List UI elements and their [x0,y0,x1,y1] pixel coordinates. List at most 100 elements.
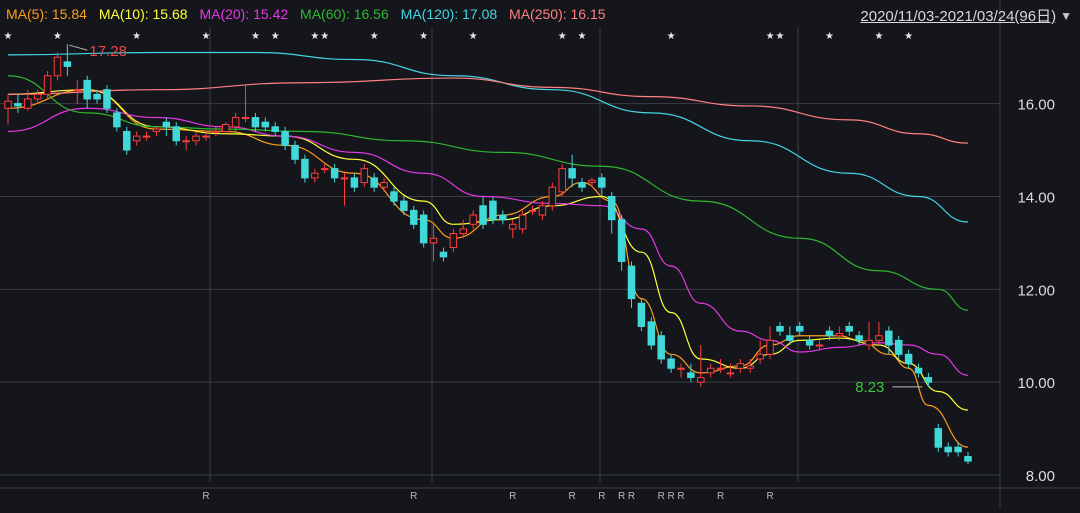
candle-body [311,172,319,179]
candle-body [964,455,972,462]
candle-body [400,200,408,211]
candle-body [855,335,863,341]
candle-body [627,265,636,300]
star-icon: ★ [667,31,676,42]
candle-body [212,130,220,133]
candle-body [944,446,952,453]
candle-body [647,321,656,346]
candle-body [954,446,962,453]
r-marker: R [509,491,516,502]
candle-body [736,363,745,369]
candle-body [63,61,72,67]
chart-canvas[interactable]: 8.0010.0012.0014.0016.00★ ★ ★ ★ ★ ★ ★ ★ ★ ★ ★ ★ ★ ★ ★ ★… [0,0,1080,508]
ma10-line [7,89,969,411]
candle-body [657,335,665,360]
candle-body [776,325,784,332]
candle-body [330,168,339,179]
ma10-legend: MA(10): 15.68 [98,6,188,22]
candle-body [14,103,22,107]
candle-body [469,214,477,225]
candle-body [845,325,853,332]
candle-body [508,223,517,230]
candle-body [172,126,180,142]
candle-body [410,209,418,225]
ma-legend: MA(5): 15.84 MA(10): 15.68 MA(20): 15.42… [6,6,614,22]
candle-body [548,186,557,207]
candle-body [825,330,834,337]
candle-body [291,144,299,160]
star-icon: ★ [904,31,913,42]
candle-body [241,117,250,120]
star-icon: ★ [271,31,280,42]
candle-body [221,124,230,132]
candle-body [202,135,210,138]
r-marker: R [628,491,635,502]
candle-body [697,377,705,383]
candle-body [924,377,933,383]
ma120-legend: MA(120): 17.08 [400,6,498,22]
candle-body [231,117,240,128]
candle-body [815,344,824,347]
candle-body [637,302,646,327]
ma20-legend: MA(20): 15.42 [199,6,289,22]
ma250-legend: MA(250): 16.15 [509,6,606,22]
y-tick-label: 12.00 [1017,282,1055,299]
candle-body [885,330,893,346]
candle-body [320,168,329,171]
candle-body [380,182,388,188]
candle-body [568,168,576,179]
r-marker: R [717,491,724,502]
star-icon: ★ [370,31,379,42]
candle-body [340,177,349,180]
candle-body [687,372,695,379]
candle-body [459,228,468,235]
candle-body [805,339,814,346]
candle-body [301,158,309,179]
candle-body [479,205,487,225]
date-range-selector[interactable]: 2020/11/03-2021/03/24(96日) ▼ [860,5,1072,26]
candle-body [489,200,497,221]
candle-body [132,135,141,142]
candle-body [192,135,200,142]
candle-body [152,128,161,132]
ma5-line [7,89,969,448]
star-icon: ★ [201,31,210,42]
candle-body [93,93,101,100]
candle-body [429,237,438,244]
low-price-label: 8.23 [855,379,884,396]
candle-body [875,335,883,341]
candle-body [142,135,151,138]
candle-body [865,339,873,346]
candle-body [4,100,12,109]
candlestick-chart[interactable]: 8.00 10.00 12.00 14.00 16.00 ★ ★ ★ ★ ★ ★ ★ ★ ★ ★ ★ ★ ★ ★ ★ ★… [0,0,1080,508]
r-marker: R [202,491,209,502]
candle-body [53,56,62,77]
star-icon: ★ [578,31,587,42]
candle-body [558,168,566,193]
r-marker: R [677,491,684,502]
candle-body [350,177,359,188]
triangle-down-icon[interactable]: ▼ [1060,9,1072,23]
r-marker: R [766,491,773,502]
y-tick-label: 8.00 [1026,468,1055,485]
candle-body [588,179,596,184]
star-icon: ★ [825,31,834,42]
ma5-legend: MA(5): 15.84 [6,6,87,22]
candle-body [598,177,606,188]
candle-body [73,89,82,92]
candle-body [390,191,398,202]
star-icon: ★ [874,31,883,42]
r-marker: R [569,491,576,502]
r-marker: R [598,491,605,502]
candle-body [113,112,121,128]
r-marker: R [410,491,417,502]
candle-body [786,335,794,341]
candle-body [271,126,279,132]
candle-body [123,130,131,151]
ma60-line [7,75,969,311]
date-range-label[interactable]: 2020/11/03-2021/03/24(96日) [860,5,1056,26]
candle-body [83,79,91,100]
candle-body [796,325,804,332]
candle-body [419,214,428,244]
star-icon: ★ [310,31,319,42]
